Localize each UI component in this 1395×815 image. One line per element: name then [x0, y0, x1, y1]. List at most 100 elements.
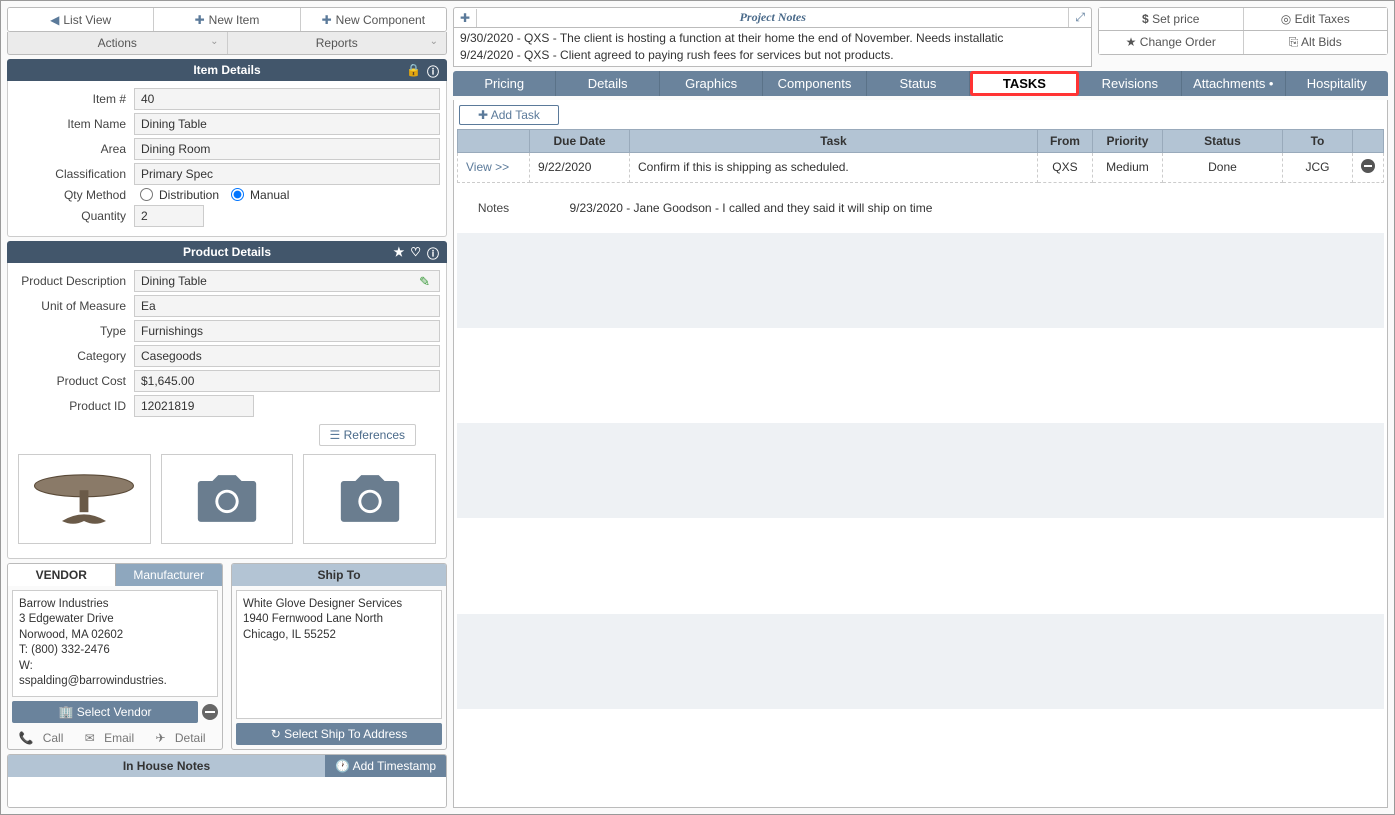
task-from: QXS [1037, 152, 1092, 182]
info-icon[interactable]: ⓘ [427, 245, 439, 262]
col-from[interactable]: From [1037, 129, 1092, 152]
product-image[interactable] [18, 454, 151, 544]
tab-attachments[interactable]: Attachments • [1182, 71, 1285, 96]
references-button[interactable]: ☰ References [319, 424, 416, 446]
table-image-icon [29, 464, 139, 534]
star-icon[interactable]: ★ [393, 245, 404, 262]
qty-distribution-label: Distribution [159, 188, 219, 202]
email-link[interactable]: ✉ Email [85, 731, 140, 745]
qty-manual-radio[interactable] [231, 188, 244, 201]
tab-graphics[interactable]: Graphics [660, 71, 763, 96]
task-status: Done [1162, 152, 1282, 182]
camera-icon [335, 471, 405, 526]
task-to: JCG [1282, 152, 1352, 182]
delete-task-button[interactable] [1361, 159, 1375, 173]
add-project-note-button[interactable]: ✚ [454, 9, 477, 27]
area-field[interactable]: Dining Room [134, 138, 440, 160]
item-details-header: Item Details 🔒 ⓘ [7, 59, 447, 81]
vendor-tab[interactable]: VENDOR [8, 564, 116, 586]
tab-revisions[interactable]: Revisions [1079, 71, 1182, 96]
type-field[interactable]: Furnishings [134, 320, 440, 342]
pid-field[interactable]: 12021819 [134, 395, 254, 417]
target-icon: ◎ [1281, 12, 1291, 26]
ship-to-address: White Glove Designer Services 1940 Fernw… [236, 590, 442, 719]
plus-circle-icon: ✚ [322, 13, 332, 27]
item-name-field[interactable]: Dining Table [134, 113, 440, 135]
info-icon[interactable]: ⓘ [427, 63, 439, 80]
building-icon: 🏢 [58, 705, 73, 719]
actions-dropdown[interactable]: Actions [8, 32, 228, 54]
in-house-notes-title: In House Notes [8, 755, 325, 777]
vendor-panel: VENDOR Manufacturer Barrow Industries 3 … [7, 563, 223, 750]
tab-status[interactable]: Status [867, 71, 970, 96]
classification-field[interactable]: Primary Spec [134, 163, 440, 185]
new-component-button[interactable]: ✚New Component [301, 8, 446, 31]
col-to[interactable]: To [1282, 129, 1352, 152]
add-image-1[interactable] [161, 454, 294, 544]
new-item-button[interactable]: ✚New Item [154, 8, 300, 31]
qty-manual-label: Manual [250, 188, 289, 202]
cost-field[interactable]: $1,645.00 [134, 370, 440, 392]
select-ship-to-button[interactable]: ↻ Select Ship To Address [236, 723, 442, 745]
qty-distribution-radio[interactable] [140, 188, 153, 201]
tab-tasks[interactable]: TASKS [970, 71, 1078, 96]
task-notes-label: Notes [458, 182, 530, 233]
project-notes-body[interactable]: 9/30/2020 - QXS - The client is hosting … [453, 28, 1092, 67]
manufacturer-tab[interactable]: Manufacturer [116, 564, 223, 586]
task-due-date: 9/22/2020 [530, 152, 630, 182]
heart-icon[interactable]: ♡ [410, 245, 421, 262]
clock-icon: 🕐 [335, 759, 350, 773]
call-link[interactable]: 📞 Call [18, 731, 69, 745]
col-due-date[interactable]: Due Date [530, 129, 630, 152]
project-note-line: 9/30/2020 - QXS - The client is hosting … [460, 30, 1085, 47]
category-field[interactable]: Casegoods [134, 345, 440, 367]
product-details-header: Product Details ★ ♡ ⓘ [7, 241, 447, 263]
pid-label: Product ID [14, 399, 134, 413]
task-row[interactable]: View >> 9/22/2020 Confirm if this is shi… [458, 152, 1384, 182]
tab-hospitality[interactable]: Hospitality [1286, 71, 1388, 96]
lock-icon[interactable]: 🔒 [406, 63, 421, 80]
add-image-2[interactable] [303, 454, 436, 544]
col-status[interactable]: Status [1162, 129, 1282, 152]
alt-bids-button[interactable]: ⎘ Alt Bids [1244, 31, 1388, 54]
list-view-button[interactable]: ◀List View [8, 8, 154, 31]
select-vendor-button[interactable]: 🏢 Select Vendor [12, 701, 198, 723]
star-icon: ★ [1126, 35, 1137, 49]
plus-circle-icon: ✚ [478, 108, 488, 122]
col-task[interactable]: Task [630, 129, 1038, 152]
item-name-label: Item Name [14, 117, 134, 131]
ship-to-title: Ship To [232, 564, 446, 586]
ship-to-panel: Ship To White Glove Designer Services 19… [231, 563, 447, 750]
product-desc-label: Product Description [14, 274, 134, 288]
detail-link[interactable]: ✈ Detail [155, 731, 211, 745]
pencil-icon[interactable]: ✎ [419, 274, 430, 290]
tab-pricing[interactable]: Pricing [453, 71, 556, 96]
col-priority[interactable]: Priority [1092, 129, 1162, 152]
area-label: Area [14, 142, 134, 156]
remove-vendor-button[interactable] [202, 704, 218, 720]
item-num-label: Item # [14, 92, 134, 106]
tab-components[interactable]: Components [763, 71, 866, 96]
vendor-address: Barrow Industries 3 Edgewater Drive Norw… [12, 590, 218, 697]
task-notes-text: 9/23/2020 - Jane Goodson - I called and … [530, 182, 1384, 233]
view-task-link[interactable]: View >> [458, 152, 530, 182]
reports-dropdown[interactable]: Reports [228, 32, 447, 54]
task-priority: Medium [1092, 152, 1162, 182]
project-note-line: 9/24/2020 - QXS - Client agreed to payin… [460, 47, 1085, 64]
uom-label: Unit of Measure [14, 299, 134, 313]
add-task-button[interactable]: ✚ Add Task [459, 105, 559, 125]
plus-circle-icon: ✚ [195, 13, 205, 27]
in-house-notes-textarea[interactable] [8, 777, 446, 807]
change-order-button[interactable]: ★ Change Order [1099, 31, 1244, 54]
uom-field[interactable]: Ea [134, 295, 440, 317]
qty-method-label: Qty Method [14, 188, 134, 202]
product-desc-field[interactable]: Dining Table [134, 270, 440, 292]
item-num-field[interactable]: 40 [134, 88, 440, 110]
expand-notes-button[interactable]: ⤢ [1068, 8, 1091, 27]
quantity-field[interactable]: 2 [134, 205, 204, 227]
add-timestamp-button[interactable]: 🕐 Add Timestamp [325, 755, 446, 777]
edit-taxes-button[interactable]: ◎ Edit Taxes [1244, 8, 1388, 30]
tab-details[interactable]: Details [556, 71, 659, 96]
type-label: Type [14, 324, 134, 338]
set-price-button[interactable]: $ Set price [1099, 8, 1244, 30]
